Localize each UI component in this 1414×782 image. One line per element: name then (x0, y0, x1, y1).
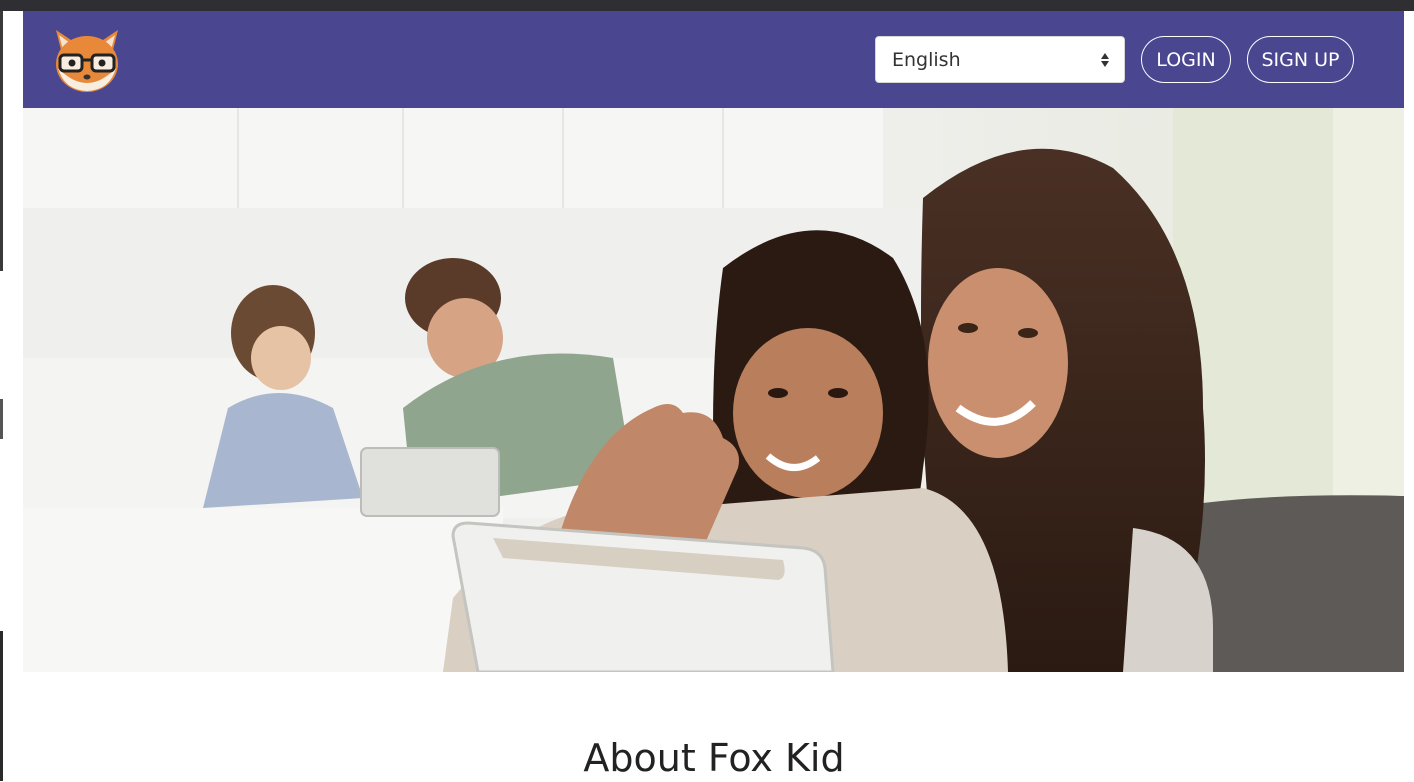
browser-top-strip (0, 0, 1414, 11)
edge-mark (0, 11, 3, 271)
login-button[interactable]: LOGIN (1141, 36, 1231, 83)
signup-button[interactable]: SIGN UP (1247, 36, 1354, 83)
fox-logo-icon[interactable] (50, 28, 124, 94)
language-select[interactable]: English (875, 36, 1125, 83)
hero-image (23, 108, 1404, 672)
family-with-tablets-photo (23, 108, 1404, 672)
top-navbar: English LOGIN SIGN UP (23, 11, 1404, 108)
language-select-value: English (892, 48, 961, 71)
left-edge (0, 11, 23, 782)
edge-mark (0, 399, 3, 439)
about-title: About Fox Kid (583, 736, 845, 780)
select-arrows-icon (1101, 53, 1109, 67)
